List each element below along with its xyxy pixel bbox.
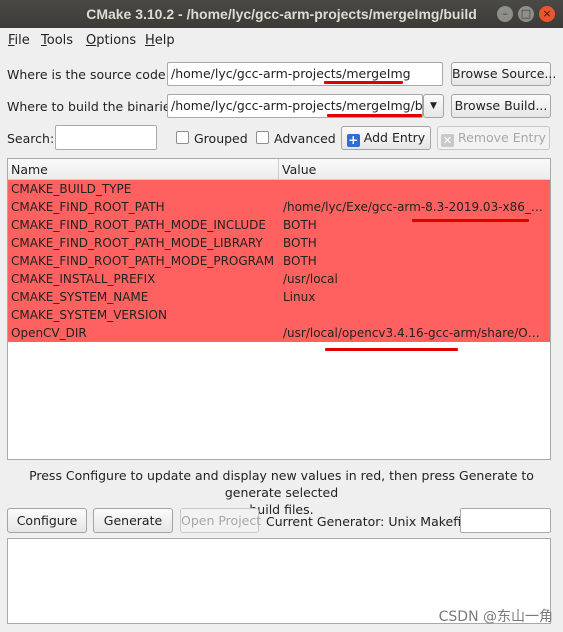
minimize-icon[interactable]: – bbox=[497, 6, 513, 22]
row-value: /usr/local bbox=[283, 272, 338, 286]
watermark: CSDN @东山一角 bbox=[438, 609, 553, 625]
row-name: CMAKE_FIND_ROOT_PATH_MODE_PROGRAM bbox=[11, 254, 275, 268]
cache-table[interactable]: Name Value CMAKE_BUILD_TYPE CMAKE_FIND_R… bbox=[7, 158, 551, 460]
table-row[interactable]: OpenCV_DIR/usr/local/opencv3.4.16-gcc-ar… bbox=[8, 324, 550, 342]
advanced-checkbox[interactable] bbox=[256, 131, 269, 144]
open-project-label: Open Project bbox=[181, 513, 262, 528]
menu-help-mnemonic: H bbox=[145, 33, 155, 48]
close-icon[interactable]: × bbox=[539, 6, 555, 22]
row-value: /usr/local/opencv3.4.16-gcc-arm/share/Op… bbox=[283, 326, 547, 340]
table-row[interactable]: CMAKE_INSTALL_PREFIX/usr/local bbox=[8, 270, 550, 288]
grouped-label: Grouped bbox=[194, 131, 248, 146]
configure-label: Configure bbox=[16, 513, 78, 528]
menu-file[interactable]: File bbox=[8, 33, 30, 48]
remove-entry-label: Remove Entry bbox=[458, 130, 546, 145]
table-row[interactable]: CMAKE_FIND_ROOT_PATH_MODE_PROGRAM BOTH bbox=[8, 252, 550, 270]
table-header: Name Value bbox=[8, 159, 550, 180]
table-row[interactable]: CMAKE_SYSTEM_NAME Linux bbox=[8, 288, 550, 306]
generate-label: Generate bbox=[103, 513, 163, 528]
browse-source-button[interactable]: Browse Source... bbox=[451, 62, 556, 86]
menu-file-label: ile bbox=[14, 33, 30, 48]
search-input[interactable] bbox=[55, 125, 157, 150]
menu-help-label: elp bbox=[154, 33, 175, 48]
table-rows: CMAKE_BUILD_TYPE CMAKE_FIND_ROOT_PATH/ho… bbox=[8, 180, 550, 342]
remove-entry-button[interactable]: ✕ Remove Entry bbox=[437, 126, 550, 150]
search-label: Search: bbox=[7, 131, 55, 146]
menu-tools-label: ools bbox=[46, 33, 74, 48]
menu-options-label: ptions bbox=[96, 33, 137, 48]
menu-options-mnemonic: O bbox=[86, 33, 97, 48]
row-name: OpenCV_DIR bbox=[11, 326, 87, 340]
source-label: Where is the source code: bbox=[7, 67, 170, 82]
configure-button[interactable]: Configure bbox=[7, 508, 87, 533]
open-project-button[interactable]: Open Project bbox=[180, 508, 262, 533]
row-name: CMAKE_FIND_ROOT_PATH_MODE_INCLUDE bbox=[11, 218, 266, 232]
table-row[interactable]: CMAKE_FIND_ROOT_PATH/home/lyc/Exe/gcc-ar… bbox=[8, 198, 550, 216]
build-dropdown-arrow-icon[interactable]: ▼ bbox=[423, 94, 444, 118]
source-annotation-underline bbox=[324, 81, 403, 84]
window-title: CMake 3.10.2 - /home/lyc/gcc-arm-project… bbox=[86, 6, 477, 22]
build-annotation-underline bbox=[327, 114, 422, 117]
row-name: CMAKE_FIND_ROOT_PATH bbox=[11, 200, 165, 214]
browse-build-button[interactable]: Browse Build... bbox=[451, 94, 551, 118]
current-generator-text: Current Generator: Unix Makefiles bbox=[266, 514, 479, 529]
column-header-value[interactable]: Value bbox=[282, 159, 316, 180]
column-header-name[interactable]: Name bbox=[11, 159, 48, 180]
generate-button[interactable]: Generate bbox=[93, 508, 173, 533]
row-value: BOTH bbox=[283, 236, 317, 250]
row-value: Linux bbox=[283, 290, 316, 304]
table-row[interactable]: CMAKE_BUILD_TYPE bbox=[8, 180, 550, 198]
build-label: Where to build the binaries: bbox=[7, 99, 182, 114]
row-value: BOTH bbox=[283, 254, 317, 268]
row-name: CMAKE_SYSTEM_VERSION bbox=[11, 308, 167, 322]
table-row[interactable]: CMAKE_FIND_ROOT_PATH_MODE_LIBRARY BOTH bbox=[8, 234, 550, 252]
row-name: CMAKE_SYSTEM_NAME bbox=[11, 290, 149, 304]
menu-bar bbox=[0, 28, 563, 52]
info-line-1: Press Configure to update and display ne… bbox=[29, 468, 534, 500]
row-name: CMAKE_FIND_ROOT_PATH_MODE_LIBRARY bbox=[11, 236, 263, 250]
column-divider[interactable] bbox=[278, 159, 279, 180]
menu-tools[interactable]: Tools bbox=[41, 33, 73, 48]
maximize-icon[interactable]: □ bbox=[518, 6, 534, 22]
table-row[interactable]: CMAKE_SYSTEM_VERSION bbox=[8, 306, 550, 324]
add-entry-button[interactable]: + Add Entry bbox=[341, 126, 431, 150]
menu-help[interactable]: Help bbox=[145, 33, 175, 48]
row-value: /home/lyc/Exe/gcc-arm-8.3-2019.03-x86_64… bbox=[283, 200, 547, 214]
grouped-checkbox[interactable] bbox=[176, 131, 189, 144]
plus-icon: + bbox=[346, 133, 360, 147]
add-entry-label: Add Entry bbox=[363, 130, 426, 145]
row-name: CMAKE_INSTALL_PREFIX bbox=[11, 272, 156, 286]
menu-options[interactable]: Options bbox=[86, 33, 136, 48]
generator-input[interactable] bbox=[460, 508, 551, 533]
root-path-annotation-underline bbox=[412, 219, 529, 222]
row-name: CMAKE_BUILD_TYPE bbox=[11, 182, 132, 196]
remove-x-icon: ✕ bbox=[441, 134, 455, 147]
opencv-dir-annotation-underline bbox=[325, 348, 458, 351]
advanced-label: Advanced bbox=[274, 131, 336, 146]
